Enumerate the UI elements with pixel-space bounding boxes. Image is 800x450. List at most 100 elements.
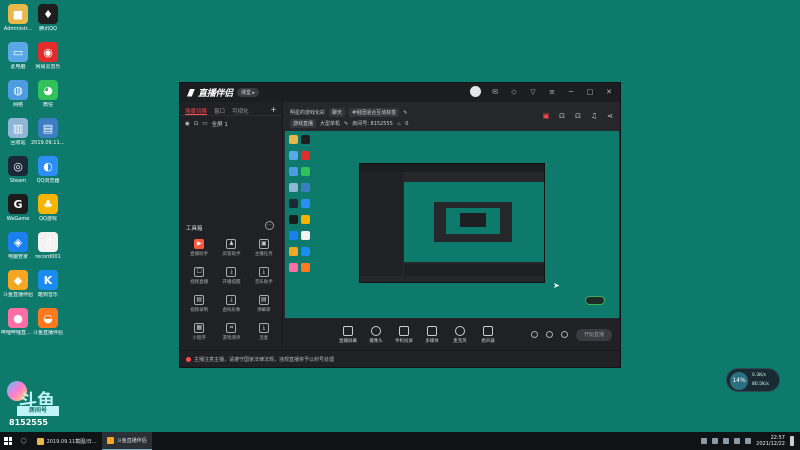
tool-item[interactable]: ⌗ 游戏测评	[215, 323, 247, 345]
desktop-icon[interactable]: ◒ 斗鱼直播伴侣	[31, 308, 65, 336]
close-icon[interactable]: ✕	[604, 87, 614, 97]
tool-item[interactable]: ▶ 直播助手	[183, 239, 215, 261]
desktop-icon[interactable]: ◆ 斗鱼直播伴侣	[1, 270, 35, 298]
desktop-icon[interactable]: ■ Administr...	[1, 4, 35, 32]
desktop-icon[interactable]: G WeGame	[1, 194, 35, 222]
tool-item[interactable]: ▦ 小程序	[183, 323, 215, 345]
desktop-icon[interactable]: ◍ 网络	[1, 80, 35, 108]
eye-icon[interactable]: ◉	[185, 121, 190, 127]
notice-bar: 主播注意主播，请遵守国家法律法规，违规直播将予以封号处理	[180, 350, 620, 367]
menu-icon[interactable]: ≡	[547, 87, 557, 97]
tool-item[interactable]: ⤓ 连麦	[248, 323, 280, 345]
desktop-icons: ■ Administr... ♦ 腾讯QQ ▭ 此电脑 ◉ 网易云音乐 ◍ 网络 ◕ 微信 ▥ 回收站 ▤ 2…	[0, 0, 66, 420]
tool-item[interactable]: ♟ 房管助手	[215, 239, 247, 261]
skin-icon[interactable]: ◇	[509, 87, 519, 97]
notification-icon[interactable]	[790, 436, 794, 446]
desktop-icon-label: 哔哩哔哩直播姬	[1, 330, 35, 336]
desktop-icon[interactable]: ♣ QQ游戏	[31, 194, 65, 222]
control-label: 多媒体	[425, 338, 439, 344]
history-icon[interactable]	[546, 331, 553, 338]
desktop-icon[interactable]: ♫ record001	[31, 232, 65, 260]
tool-item[interactable]: ⤓ 虚拟形象	[215, 295, 247, 317]
message-icon[interactable]: ✉	[490, 87, 500, 97]
record-icon[interactable]	[531, 331, 538, 338]
left-panel: 场景切换 窗口 可视化 + ◉ ⊡ ▭ 全屏 1 工具箱 ··· ▶ 直播助手 ♟ 房…	[180, 102, 283, 350]
tool-item[interactable]: ⤓ 开播提醒	[215, 267, 247, 289]
version-badge[interactable]: 课堂 ▸	[236, 88, 259, 97]
desktop-icon-label: Administr...	[3, 26, 33, 32]
tool-label: 连麦	[259, 336, 269, 341]
start-button[interactable]	[0, 432, 16, 450]
taskbar-item-live[interactable]: 斗鱼直播伴侣	[101, 432, 152, 450]
speaker-button[interactable]: 扬声器	[474, 325, 502, 344]
tool-item[interactable]: ▣ 主播任务	[248, 239, 280, 261]
tray-icon[interactable]	[701, 438, 708, 444]
desktop-icon[interactable]: ◕ 微信	[31, 80, 65, 108]
lock-icon[interactable]: ⊡	[194, 121, 199, 127]
network-icon[interactable]	[723, 438, 730, 444]
system-tray: 22:57 2021/12/22	[701, 435, 800, 447]
fire-icon: ♨	[396, 120, 402, 127]
lock2-icon[interactable]: ⊡	[574, 112, 582, 120]
desktop-icon[interactable]: ◎ Steam	[1, 156, 35, 184]
desktop-icon[interactable]: ● 哔哩哔哩直播姬	[1, 308, 35, 336]
desktop-icon[interactable]: K 酷狗音乐	[31, 270, 65, 298]
edit-icon[interactable]: ✎	[403, 110, 407, 116]
desktop-icon[interactable]: ▤ 2019.09.11 截图	[31, 118, 65, 146]
minimize-icon[interactable]: ─	[566, 87, 576, 97]
share-icon[interactable]: ⋖	[606, 112, 614, 120]
scene-item[interactable]: ◉ ⊡ ▭ 全屏 1	[180, 116, 282, 132]
gift-icon[interactable]: ▣	[542, 112, 550, 120]
volume-icon[interactable]	[734, 438, 741, 444]
settings-icon[interactable]	[561, 331, 568, 338]
category-chip[interactable]: 游戏直播	[290, 119, 317, 128]
media-button[interactable]: 多媒体	[418, 325, 446, 344]
desktop-icon[interactable]: ♦ 腾讯QQ	[31, 4, 65, 32]
desktop-icon[interactable]: ▭ 此电脑	[1, 42, 35, 70]
tab-visual[interactable]: 可视化	[232, 107, 249, 115]
start-live-button[interactable]: 开始直播	[576, 328, 612, 341]
screen-capture-button[interactable]: 直播屏幕	[334, 325, 362, 344]
input-method-icon[interactable]	[745, 438, 752, 444]
clock[interactable]: 22:57 2021/12/22	[756, 435, 785, 447]
desktop-icon-label: 微信	[42, 102, 53, 108]
tray-icon[interactable]	[712, 438, 719, 444]
live-preview[interactable]: ➤	[285, 131, 619, 318]
desktop-icon-label: WeGame	[6, 216, 30, 222]
maximize-icon[interactable]: □	[585, 87, 595, 97]
desktop-icon[interactable]: ◈ 电脑管家	[1, 232, 35, 260]
desktop-icon[interactable]: ▥ 回收站	[1, 118, 35, 146]
desktop-icon[interactable]: ◉ 网易云音乐	[31, 42, 65, 70]
tag-chip[interactable]: 聊天	[329, 108, 346, 117]
topic-chip[interactable]: #组团适合互动标签	[349, 108, 400, 117]
play-icon	[427, 325, 437, 336]
preview-toggle[interactable]	[585, 296, 605, 305]
bell-icon[interactable]: ♫	[590, 112, 598, 120]
network-speed-widget[interactable]: 14% 0.3K/s 80.5K/s	[726, 368, 780, 392]
app-icon: ●	[8, 308, 28, 328]
app-icon: ◕	[38, 80, 58, 100]
lock-icon[interactable]: ⊡	[558, 112, 566, 120]
taskview-button[interactable]: ◯	[16, 432, 32, 450]
edit-icon[interactable]: ✎	[344, 121, 348, 127]
sub-category[interactable]: 大型单机	[320, 120, 340, 127]
microphone-button[interactable]: 麦克风	[446, 325, 474, 344]
room-title[interactable]: 明星的游戏化彩	[290, 109, 325, 116]
desktop-icon[interactable]: ◐ QQ浏览器	[31, 156, 65, 184]
desktop-icon-label: QQ浏览器	[36, 178, 60, 184]
taskbar-item-screenshot[interactable]: 2019.09.11截图/日...	[32, 432, 102, 450]
tab-window[interactable]: 窗口	[214, 107, 225, 115]
tab-scene[interactable]: 场景切换	[185, 107, 208, 115]
toolbox-more-icon[interactable]: ···	[265, 221, 274, 230]
desktop-icon-label: 网易云音乐	[35, 64, 61, 70]
tool-item[interactable]: ⤓ 音乐助手	[248, 267, 280, 289]
camera-button[interactable]: 摄像头	[362, 325, 390, 344]
tool-item[interactable]: ▤ 弹幕库	[248, 295, 280, 317]
phone-cast-button[interactable]: 手机投屏	[390, 325, 418, 344]
app-icon: ◉	[38, 42, 58, 62]
tool-item[interactable]: ☐ 视频直播	[183, 267, 215, 289]
user-avatar[interactable]	[470, 86, 481, 97]
add-scene-button[interactable]: +	[270, 106, 277, 115]
tool-item[interactable]: ▤ 视频录制	[183, 295, 215, 317]
settings-icon[interactable]: ▽	[528, 87, 538, 97]
